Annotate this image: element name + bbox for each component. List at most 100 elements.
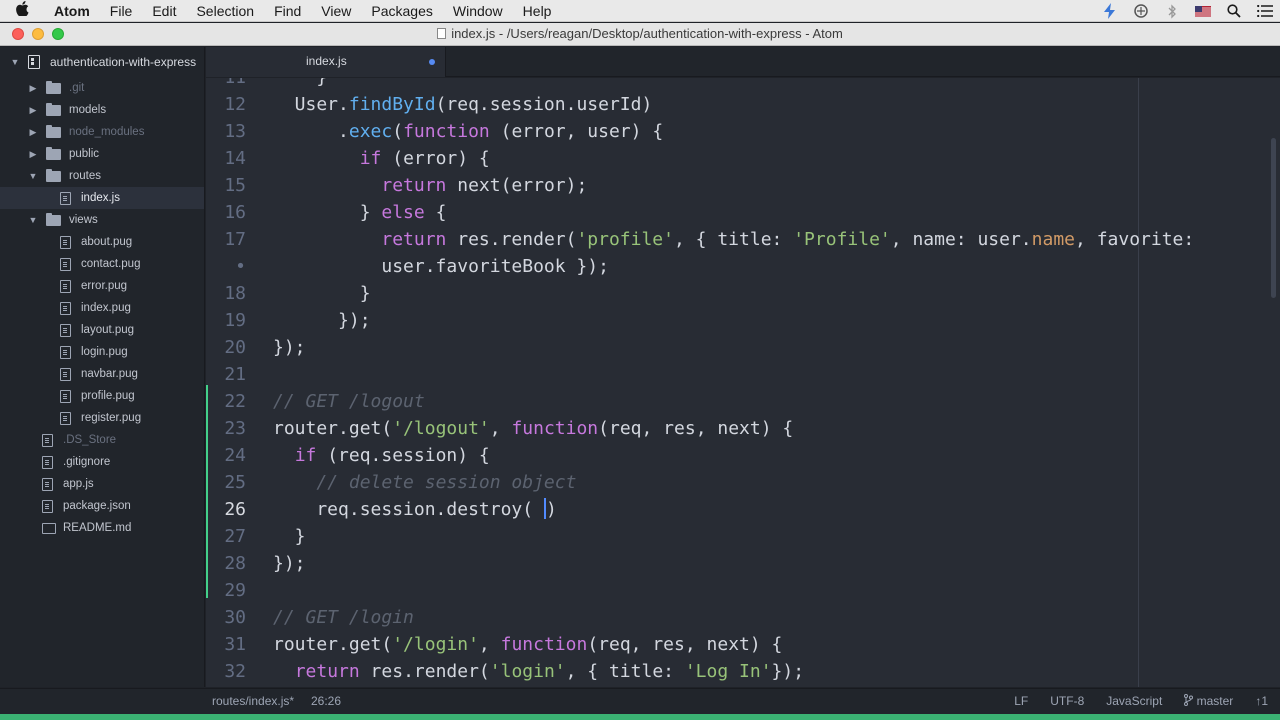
tree-item[interactable]: index.js (0, 187, 204, 209)
tree-item[interactable]: ▶ .git (0, 77, 204, 99)
tree-item[interactable]: login.pug (0, 341, 204, 363)
file-icon (42, 477, 53, 491)
code-token: exec (348, 121, 393, 142)
tree-item[interactable]: profile.pug (0, 385, 204, 407)
tree-item[interactable]: contact.pug (0, 253, 204, 275)
code-line[interactable]: 20}); (206, 334, 1280, 361)
menu-help[interactable]: Help (513, 0, 562, 22)
tree-item[interactable]: about.pug (0, 231, 204, 253)
code-line[interactable]: 15 return next(error); (206, 172, 1280, 199)
chevron-down-icon: ▼ (10, 57, 20, 67)
us-flag-icon[interactable] (1187, 0, 1218, 22)
tree-item[interactable]: ▼ views (0, 209, 204, 231)
menu-app-name[interactable]: Atom (44, 0, 100, 22)
tree-item[interactable]: README.md (0, 517, 204, 539)
code-token: (req, res, next) { (587, 634, 783, 655)
cloud-sync-icon[interactable] (1125, 0, 1156, 22)
code-line[interactable]: 16 } else { (206, 199, 1280, 226)
code-line[interactable]: 14 if (error) { (206, 145, 1280, 172)
window-title: index.js - /Users/reagan/Desktop/authent… (0, 23, 1280, 45)
status-encoding[interactable]: UTF-8 (1050, 689, 1084, 714)
menu-edit[interactable]: Edit (142, 0, 186, 22)
code-token: name (1031, 229, 1076, 250)
line-number: 14 (224, 148, 246, 169)
code-editor[interactable]: 11 }12 User.findById(req.session.userId)… (206, 78, 1280, 687)
chevron-right-icon: ▶ (29, 82, 37, 93)
tree-item[interactable]: layout.pug (0, 319, 204, 341)
code-text: user.favoriteBook }); (273, 253, 609, 280)
code-line[interactable]: 29 (206, 577, 1280, 604)
tree-item-label: node_modules (69, 126, 145, 138)
tree-item[interactable]: ▶ node_modules (0, 121, 204, 143)
tree-item[interactable]: navbar.pug (0, 363, 204, 385)
menu-window[interactable]: Window (443, 0, 513, 22)
code-text: .exec(function (error, user) { (273, 118, 663, 145)
code-line[interactable]: 26 req.session.destroy( ) (206, 496, 1280, 523)
code-token: return (294, 661, 360, 682)
file-icon (60, 323, 71, 337)
code-line[interactable]: 32 return res.render('login', { title: '… (206, 658, 1280, 685)
code-line[interactable]: 12 User.findById(req.session.userId) (206, 91, 1280, 118)
lightning-icon[interactable] (1094, 0, 1125, 22)
code-text: // GET /logout (273, 388, 425, 415)
code-token: (req, res, next) { (598, 418, 794, 439)
bluetooth-icon[interactable] (1156, 0, 1187, 22)
modified-indicator-icon[interactable] (429, 59, 435, 65)
line-number: 22 (224, 391, 246, 412)
desktop-background-strip (0, 714, 1280, 720)
tree-item[interactable]: package.json (0, 495, 204, 517)
code-line[interactable]: 25 // delete session object (206, 469, 1280, 496)
git-commits-count: 1 (1261, 694, 1268, 708)
window-title-bar: index.js - /Users/reagan/Desktop/authent… (0, 23, 1280, 46)
code-line[interactable]: 18 } (206, 280, 1280, 307)
code-line[interactable]: 30 // GET /login (206, 604, 1280, 631)
tree-item[interactable]: register.pug (0, 407, 204, 429)
tree-item[interactable]: ▶ models (0, 99, 204, 121)
status-cursor-position[interactable]: 26:26 (311, 689, 341, 714)
code-line[interactable]: 19 }); (206, 307, 1280, 334)
code-token: } (273, 526, 306, 547)
apple-menu-icon[interactable] (0, 1, 44, 20)
code-line[interactable]: 28}); (206, 550, 1280, 577)
code-text: // GET /login (273, 604, 414, 631)
code-line[interactable]: 17 return res.render('profile', { title:… (206, 226, 1280, 253)
code-token: next(error); (446, 175, 588, 196)
code-line[interactable]: 21 (206, 361, 1280, 388)
tree-item-label: profile.pug (81, 390, 135, 402)
editor-scrollbar[interactable] (1271, 138, 1276, 298)
status-git-commits[interactable]: ↑1 (1255, 689, 1268, 714)
menu-view[interactable]: View (311, 0, 361, 22)
menu-find[interactable]: Find (264, 0, 311, 22)
status-line-ending[interactable]: LF (1014, 689, 1028, 714)
code-line[interactable]: 24 if (req.session) { (206, 442, 1280, 469)
menu-selection[interactable]: Selection (186, 0, 264, 22)
status-git-branch[interactable]: master (1184, 689, 1233, 714)
tree-item[interactable]: ▶ public (0, 143, 204, 165)
line-number: 21 (224, 364, 246, 385)
spotlight-search-icon[interactable] (1218, 0, 1249, 22)
tab-index-js[interactable]: index.js (206, 47, 446, 77)
code-line[interactable]: 13 .exec(function (error, user) { (206, 118, 1280, 145)
tree-item[interactable]: error.pug (0, 275, 204, 297)
tree-root[interactable]: ▼ authentication-with-express (0, 47, 204, 77)
tree-item[interactable]: .DS_Store (0, 429, 204, 451)
code-line[interactable]: 22 // GET /logout (206, 388, 1280, 415)
code-line[interactable]: 23 router.get('/logout', function(req, re… (206, 415, 1280, 442)
chevron-right-icon: ▶ (29, 126, 37, 137)
code-line[interactable]: 11 } (206, 78, 1280, 91)
menu-packages[interactable]: Packages (361, 0, 442, 22)
status-file-path[interactable]: routes/index.js* (212, 689, 294, 714)
tree-item[interactable]: app.js (0, 473, 204, 495)
tree-item[interactable]: index.pug (0, 297, 204, 319)
code-line[interactable]: • user.favoriteBook }); (206, 253, 1280, 280)
menu-file[interactable]: File (100, 0, 143, 22)
code-line[interactable]: 31 router.get('/login', function(req, res… (206, 631, 1280, 658)
notification-center-icon[interactable] (1249, 0, 1280, 22)
tree-item[interactable]: .gitignore (0, 451, 204, 473)
code-token: router.get( (273, 418, 393, 439)
code-line[interactable]: 27 } (206, 523, 1280, 550)
tree-item-label: app.js (63, 478, 94, 490)
status-grammar[interactable]: JavaScript (1106, 689, 1162, 714)
tree-item[interactable]: ▼ routes (0, 165, 204, 187)
